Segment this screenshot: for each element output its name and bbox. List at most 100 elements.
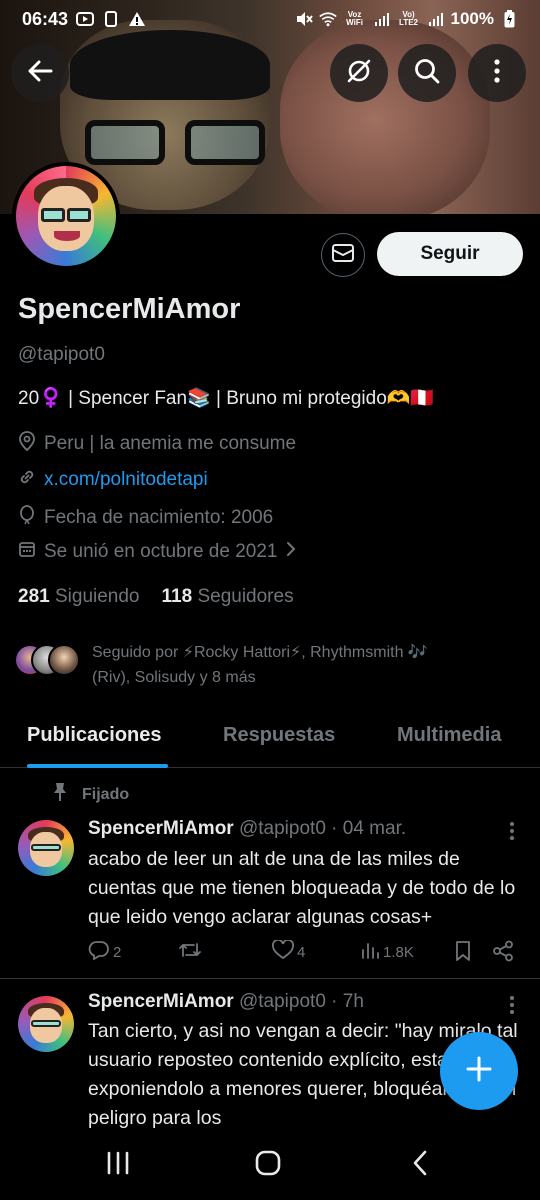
reply-button[interactable]: 2 xyxy=(88,940,121,964)
joined-text: Se unió en octubre de 2021 xyxy=(44,541,278,562)
post-meta: @tapipot0 · 7h xyxy=(238,991,364,1012)
tab-publicaciones[interactable]: Publicaciones xyxy=(27,724,162,747)
views-button[interactable]: 1.8K xyxy=(360,940,414,964)
tab-multimedia[interactable]: Multimedia xyxy=(397,724,501,747)
heart-icon xyxy=(272,939,294,964)
avatar xyxy=(48,644,80,676)
post-avatar[interactable] xyxy=(18,820,74,876)
post-actions: 2 4 1.8K xyxy=(88,939,518,968)
profile-birth: Fecha de nacimiento: 2006 xyxy=(18,505,273,531)
post-text: acabo de leer un alt de una de las miles… xyxy=(88,848,516,928)
network-label-voz-wifi: Voz WiFi xyxy=(346,10,363,27)
followers-you-know-avatars xyxy=(14,644,80,678)
followed-by[interactable]: Seguido por ⚡Rocky Hattori⚡, Rhythmsmith… xyxy=(14,640,524,690)
post-more-button[interactable] xyxy=(503,993,521,1017)
profile-tabs: Publicaciones Respuestas Multimedia xyxy=(0,710,540,768)
following-label: Siguiendo xyxy=(54,586,140,607)
post-meta: @tapipot0 · 04 mar. xyxy=(238,818,407,839)
link-icon xyxy=(18,468,36,492)
back-arrow-icon xyxy=(27,60,53,87)
post-avatar[interactable] xyxy=(18,996,74,1052)
tab-respuestas[interactable]: Respuestas xyxy=(223,724,335,747)
warning-icon xyxy=(128,10,146,28)
more-options-button[interactable] xyxy=(468,44,526,102)
post-header: SpencerMiAmor @tapipot0 · 7h xyxy=(88,991,364,1013)
battery-icon xyxy=(500,10,518,28)
repost-icon xyxy=(178,940,202,964)
balloon-icon xyxy=(18,505,36,531)
calendar-icon xyxy=(18,540,36,564)
pin-icon xyxy=(52,782,68,807)
banner-character-glasses xyxy=(85,120,265,165)
like-count: 4 xyxy=(297,943,306,961)
recent-apps-icon xyxy=(105,1151,131,1180)
bookmark-icon xyxy=(454,940,472,966)
active-tab-indicator xyxy=(27,764,168,768)
profile-website[interactable]: x.com/polnitodetapi xyxy=(18,468,208,492)
grok-button[interactable] xyxy=(330,44,388,102)
status-bar: 06:43 Voz WiFi Vo) LTE2 100% xyxy=(0,0,540,38)
profile-display-name: SpencerMiAmor xyxy=(18,293,241,325)
followers-count: 118 xyxy=(161,586,193,607)
envelope-icon xyxy=(331,243,355,268)
profile-avatar[interactable] xyxy=(12,162,120,270)
follow-counts: 281 Siguiendo 118 Seguidores xyxy=(18,586,294,608)
back-button[interactable] xyxy=(11,44,69,102)
location-pin-icon xyxy=(18,431,36,457)
search-icon xyxy=(413,57,441,90)
avatar-image xyxy=(16,166,116,266)
location-text: Peru | la anemia me consume xyxy=(44,433,297,454)
chevron-right-icon xyxy=(285,541,297,563)
bookmark-button[interactable] xyxy=(454,940,472,966)
message-button[interactable] xyxy=(321,233,365,277)
views-icon xyxy=(360,940,380,964)
share-button[interactable] xyxy=(492,940,514,966)
back-nav-button[interactable] xyxy=(390,1148,450,1182)
system-navigation-bar xyxy=(0,1130,540,1200)
plus-icon xyxy=(465,1055,493,1088)
post-author-name[interactable]: SpencerMiAmor xyxy=(88,818,234,839)
compose-post-button[interactable] xyxy=(440,1032,518,1110)
home-button[interactable] xyxy=(238,1148,298,1182)
website-link[interactable]: x.com/polnitodetapi xyxy=(44,469,208,491)
followed-by-line-2: (Riv), Solisudy y 8 más xyxy=(92,669,256,686)
mute-icon xyxy=(295,10,313,28)
like-button[interactable]: 4 xyxy=(272,939,306,964)
followers-label: Seguidores xyxy=(197,586,294,607)
post-author-name[interactable]: SpencerMiAmor xyxy=(88,991,234,1012)
views-count: 1.8K xyxy=(383,943,414,961)
post-header: SpencerMiAmor @tapipot0 · 04 mar. xyxy=(88,818,406,840)
birth-text: Fecha de nacimiento: 2006 xyxy=(44,507,274,528)
following-count: 281 xyxy=(18,586,50,607)
signal-icon xyxy=(373,10,391,28)
reply-count: 2 xyxy=(113,943,122,961)
repost-button[interactable] xyxy=(178,940,205,964)
banner-character-hair xyxy=(70,30,270,100)
phone-icon xyxy=(102,10,120,28)
post-more-button[interactable] xyxy=(503,819,521,843)
search-button[interactable] xyxy=(398,44,456,102)
share-icon xyxy=(492,940,514,966)
banner-fist xyxy=(280,20,490,214)
profile-handle: @tapipot0 xyxy=(18,344,105,365)
wifi-icon xyxy=(318,10,337,28)
follow-button[interactable]: Seguir xyxy=(377,232,523,276)
reply-icon xyxy=(88,940,110,964)
followers-link[interactable]: 118 Seguidores xyxy=(162,586,294,608)
back-chevron-icon xyxy=(411,1150,429,1181)
profile-bio: 20♀️ | Spencer Fan📚 | Bruno mi protegido… xyxy=(18,388,435,409)
home-icon xyxy=(255,1150,281,1181)
battery-level: 100% xyxy=(450,9,494,28)
more-vertical-icon xyxy=(493,58,501,89)
recent-apps-button[interactable] xyxy=(88,1148,148,1182)
followed-by-line-1: Seguido por ⚡Rocky Hattori⚡, Rhythmsmith… xyxy=(92,644,428,661)
pinned-text: Fijado xyxy=(82,785,130,803)
post-divider xyxy=(0,978,540,979)
pinned-label: Fijado xyxy=(52,782,129,807)
following-link[interactable]: 281 Siguiendo xyxy=(18,586,140,608)
status-time: 06:43 xyxy=(22,8,69,29)
followed-by-text: Seguido por ⚡Rocky Hattori⚡, Rhythmsmith… xyxy=(92,640,428,690)
profile-joined[interactable]: Se unió en octubre de 2021 xyxy=(18,540,297,564)
signal-icon xyxy=(427,10,445,28)
network-label-lte2: Vo) LTE2 xyxy=(399,10,418,27)
